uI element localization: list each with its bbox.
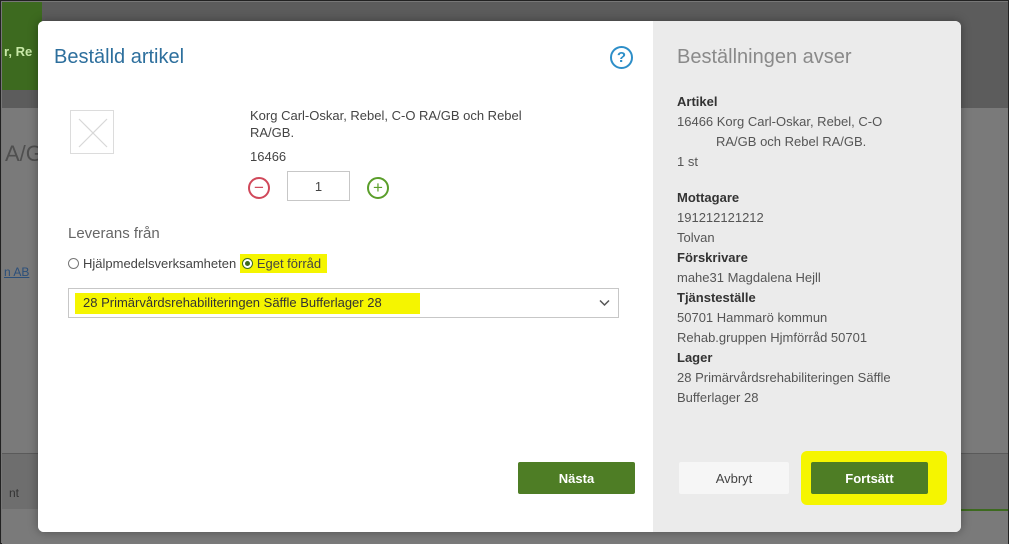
summary-title: Beställningen avser [677,46,852,68]
background-green-line [961,509,1008,511]
background-link-fragment: n AB [4,265,30,279]
quantity-input[interactable] [287,171,350,201]
article-number: 16466 [250,149,287,164]
article-name: Korg Carl-Oskar, Rebel, C-O RA/GB och Re… [250,108,522,140]
summary-warehouse-line: Bufferlager 28 [677,390,759,405]
next-button[interactable]: Nästa [518,462,635,494]
summary-article-line: 16466 Korg Carl-Oskar, Rebel, C-O [677,114,883,129]
radio-hjalpmedel[interactable] [68,258,79,269]
summary-warehouse-line: 28 Primärvårdsrehabiliteringen Säffle [677,370,891,385]
article-panel: Beställd artikel ? Korg Carl-Oskar, Rebe… [38,21,653,532]
decrease-quantity-button[interactable]: − [248,177,270,199]
modal-title: Beställd artikel [54,46,185,68]
summary-recipient-name: Tolvan [677,230,715,245]
delivery-from-label: Leverans från [68,225,160,242]
radio-option-hjalpmedel[interactable]: Hjälpmedelsverksamheten [68,256,236,271]
summary-prescriber-value: mahe31 Magdalena Hejll [677,270,821,285]
radio-eget-forrad-label: Eget förråd [256,256,322,271]
order-modal: Beställd artikel ? Korg Carl-Oskar, Rebe… [38,21,961,532]
summary-details: Artikel 16466 Korg Carl-Oskar, Rebel, C-… [677,92,947,408]
background-footer-text: nt [9,486,20,500]
summary-article-quantity: 1 st [677,154,698,169]
summary-prescriber-heading: Förskrivare [677,250,748,265]
warehouse-select-value: 28 Primärvårdsrehabiliteringen Säffle Bu… [75,293,420,314]
cancel-button[interactable]: Avbryt [679,462,789,494]
chevron-down-icon [599,296,610,310]
article-image-placeholder-icon [70,110,114,154]
summary-workplace-line: Rehab.gruppen Hjmförråd 50701 [677,330,868,345]
radio-option-eget-forrad[interactable]: Eget förråd [239,254,328,273]
summary-workplace-heading: Tjänsteställe [677,290,756,305]
warehouse-select[interactable]: 28 Primärvårdsrehabiliteringen Säffle Bu… [68,288,619,318]
radio-eget-forrad[interactable] [241,258,253,269]
summary-recipient-heading: Mottagare [677,190,740,205]
continue-button[interactable]: Fortsätt [811,462,928,494]
help-icon[interactable]: ? [610,46,633,69]
radio-hjalpmedel-label: Hjälpmedelsverksamheten [83,256,237,271]
background-green-tab: r, Re [2,2,42,90]
summary-article-heading: Artikel [677,94,718,109]
delivery-options: Hjälpmedelsverksamheten Eget förråd [68,254,328,273]
increase-quantity-button[interactable]: + [367,177,389,199]
summary-recipient-id: 191212121212 [677,210,764,225]
summary-warehouse-heading: Lager [677,350,713,365]
summary-article-line: RA/GB och Rebel RA/GB. [716,134,867,149]
summary-workplace-line: 50701 Hammarö kommun [677,310,828,325]
order-summary-panel: Beställningen avser Artikel 16466 Korg C… [653,21,961,532]
